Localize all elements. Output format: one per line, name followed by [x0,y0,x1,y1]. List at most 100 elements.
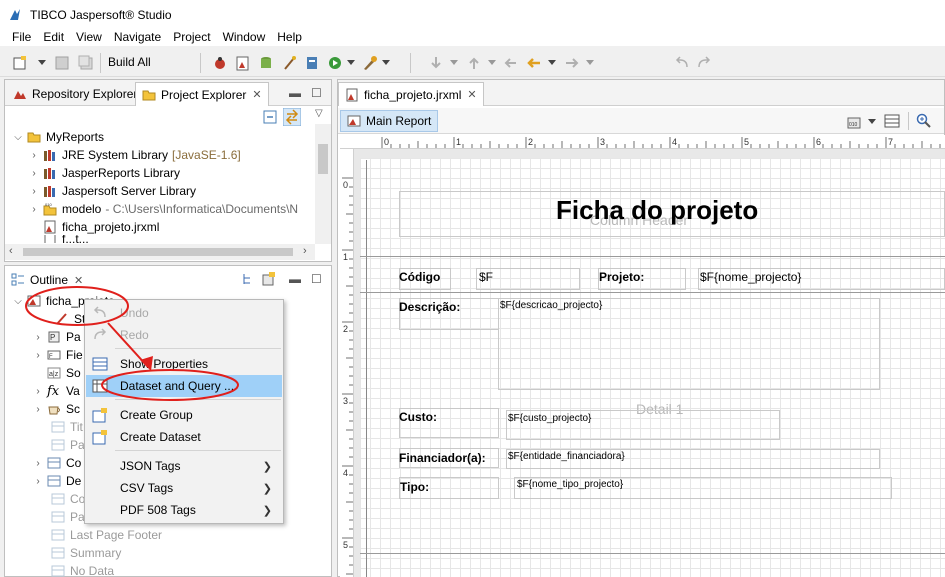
new-report-icon[interactable] [235,55,251,71]
layout-icon[interactable] [884,113,900,129]
minimize-icon[interactable]: ▬ [289,86,301,100]
tab-outline[interactable]: Outline ✕ [5,268,89,292]
chevron-right-icon[interactable]: › [33,404,43,415]
chevron-right-icon[interactable]: › [33,458,43,469]
tree-item-myreports[interactable]: ⌵ MyReports [13,128,104,146]
debug-bug-icon[interactable] [212,55,228,71]
menu-item-dataset-and-query[interactable]: Dataset and Query ... [86,375,282,397]
financiador-field[interactable]: $F{entidade_financiadora} [508,451,625,462]
collapse-all-icon[interactable] [263,110,277,124]
close-icon[interactable]: ✕ [74,274,83,287]
chevron-right-icon[interactable]: › [33,476,43,487]
redo-icon[interactable] [696,55,712,71]
next-annotation-dropdown[interactable] [450,60,458,65]
maximize-icon[interactable]: ☐ [311,86,322,100]
tree-item-jre-library[interactable]: › JRE System Library [JavaSE-1.6] [29,146,240,164]
wizard-icon[interactable] [282,55,298,71]
menu-navigate[interactable]: Navigate [108,30,167,44]
menu-item-create-group[interactable]: Create Group [86,404,282,426]
outline-item-fields[interactable]: › F Fie [33,346,82,364]
outline-item-page-header[interactable]: Pa [51,436,85,454]
prev-annotation-icon[interactable] [466,55,482,71]
publish-dropdown-arrow[interactable] [382,60,390,65]
back-icon[interactable] [526,55,542,71]
scrollbar-thumb[interactable] [23,248,293,256]
run-dropdown-arrow[interactable] [347,60,355,65]
tipo-label[interactable]: Tipo: [400,480,429,494]
new-file-icon[interactable] [12,55,28,71]
tree-item-partial[interactable]: f...t... [43,235,89,243]
save-all-icon[interactable] [78,55,94,71]
chevron-right-icon[interactable]: › [29,168,39,179]
forward-dropdown-arrow[interactable] [586,60,594,65]
server-icon[interactable] [304,55,320,71]
outline-filter-icon[interactable] [261,271,277,287]
zoom-in-icon[interactable] [916,113,932,129]
descricao-field[interactable]: $F{descricao_projecto} [500,300,602,311]
link-editor-icon[interactable] [283,108,301,126]
run-icon[interactable] [327,55,343,71]
outline-item-last-page-footer[interactable]: Last Page Footer [51,526,162,544]
menu-item-show-properties[interactable]: Show Properties [86,353,282,375]
outline-item-page-footer[interactable]: Pa [51,508,85,526]
view-menu-icon[interactable]: ▽ [315,108,323,119]
maximize-icon[interactable]: ☐ [311,272,322,286]
menu-edit[interactable]: Edit [37,30,70,44]
tab-project-explorer[interactable]: Project Explorer ✕ [135,82,269,106]
scrollbar-thumb[interactable] [318,144,328,174]
publish-icon[interactable] [362,55,378,71]
chevron-right-icon[interactable]: › [33,386,43,397]
codigo-field[interactable]: $F [479,270,493,284]
chevron-right-icon[interactable]: › [33,350,43,361]
report-title-text[interactable]: Ficha do projeto [556,195,758,226]
chevron-right-icon[interactable]: › [29,204,39,215]
forward-icon[interactable] [564,55,580,71]
scroll-left-icon[interactable]: ‹ [9,245,13,257]
close-icon[interactable]: ✕ [252,88,261,101]
save-icon[interactable] [54,55,70,71]
view-dropdown-arrow[interactable] [868,119,876,124]
outline-item-variables[interactable]: › fx Va [33,382,79,400]
outline-item-summary[interactable]: Summary [51,544,121,562]
vertical-scrollbar[interactable] [315,124,331,244]
tree-item-jasperreports-library[interactable]: › JasperReports Library [29,164,180,182]
outline-item-column-header[interactable]: › Co [33,454,81,472]
tab-ficha-projeto-jrxml[interactable]: ficha_projeto.jrxml ✕ [338,82,484,106]
scroll-right-icon[interactable]: › [303,245,307,257]
tipo-field[interactable]: $F{nome_tipo_projecto} [517,479,623,490]
prev-annotation-dropdown[interactable] [488,60,496,65]
tree-item-server-library[interactable]: › Jaspersoft Server Library [29,182,196,200]
financiador-label[interactable]: Financiador(a): [399,451,486,465]
close-icon[interactable]: ✕ [467,88,476,101]
menu-item-undo[interactable]: Undo [86,302,282,324]
menu-project[interactable]: Project [167,30,216,44]
outline-item-no-data[interactable]: No Data [51,562,114,577]
main-report-button[interactable]: Main Report [340,110,439,132]
descricao-label[interactable]: Descrição: [399,300,460,314]
database-icon[interactable] [258,55,274,71]
minimize-icon[interactable]: ▬ [289,272,301,286]
chevron-down-icon[interactable]: ⌵ [13,132,23,143]
outline-item-scriptlets[interactable]: › Sc [33,400,80,418]
projeto-label[interactable]: Projeto: [599,270,644,284]
outline-item-parameters[interactable]: › P Pa [33,328,80,346]
menu-item-redo[interactable]: Redo [86,324,282,346]
outline-item-sort[interactable]: › a|z So [33,364,81,382]
tree-item-modelo[interactable]: › 010 modelo - C:\Users\Informatica\Docu… [29,200,298,218]
build-all-button[interactable]: Build All [108,55,151,69]
codigo-label[interactable]: Código [399,270,440,284]
chevron-down-icon[interactable]: ⌵ [13,296,23,307]
menu-view[interactable]: View [70,30,108,44]
menu-item-create-dataset[interactable]: Create Dataset [86,426,282,448]
undo-icon[interactable] [674,55,690,71]
outline-item-detail[interactable]: › De [33,472,81,490]
outline-item-column-footer[interactable]: Co [51,490,85,508]
chevron-right-icon[interactable]: › [33,332,43,343]
new-dropdown-arrow[interactable] [38,60,46,65]
horizontal-scrollbar[interactable]: ‹ › [5,244,315,260]
last-edit-icon[interactable] [502,55,518,71]
tree-item-ficha-projeto[interactable]: ficha_projeto.jrxml [43,218,159,236]
menu-item-json-tags[interactable]: JSON Tags ❯ [86,455,282,477]
menu-file[interactable]: File [0,30,37,44]
back-dropdown-arrow[interactable] [548,60,556,65]
